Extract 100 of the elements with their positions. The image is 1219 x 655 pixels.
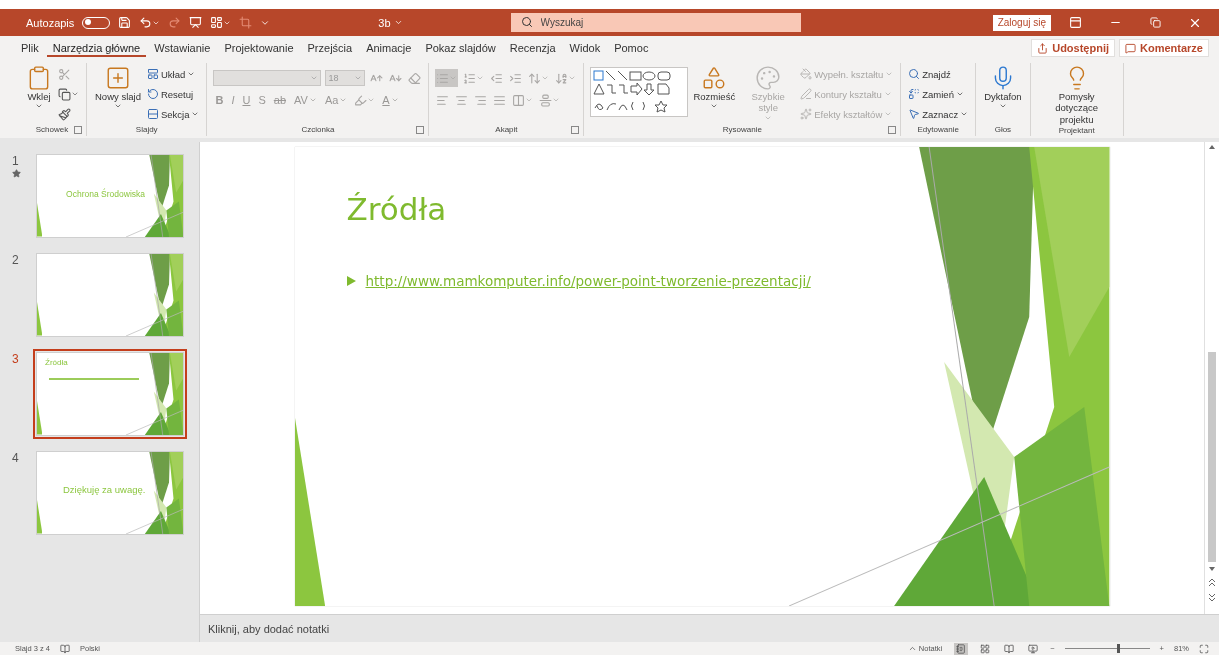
reading-view-icon — [1004, 643, 1015, 654]
thumbnail-title: Dziękuję za uwagę. — [63, 484, 146, 495]
layout-icon — [146, 68, 159, 80]
slideshow-button[interactable] — [1026, 642, 1041, 655]
caret-icon — [187, 70, 196, 78]
arrange-button[interactable]: Rozmieść — [691, 65, 738, 111]
comment-icon — [1125, 42, 1137, 54]
ribbon-tab[interactable]: Widok — [563, 39, 607, 57]
caret-icon — [552, 96, 561, 104]
notes-pane[interactable]: Kliknij, aby dodać notatki — [200, 614, 1219, 642]
group-label: Edytowanie — [917, 125, 959, 134]
shapes-gallery[interactable] — [590, 67, 689, 117]
ribbon-tab[interactable]: Recenzja — [503, 39, 562, 57]
numbered-list-icon — [463, 71, 477, 85]
new-slide-button[interactable]: Nowy slajd — [93, 65, 143, 111]
dialog-launcher-icon[interactable] — [888, 126, 897, 134]
caret-icon — [884, 110, 893, 118]
slide-number: 3 — [12, 352, 20, 368]
slide-number: 2 — [12, 253, 20, 269]
reset-button[interactable]: Resetuj — [145, 85, 201, 103]
caret-icon — [310, 74, 319, 82]
text-direction-icon — [555, 71, 569, 85]
paint-bucket-icon — [800, 68, 813, 80]
caret-icon — [525, 96, 534, 104]
sign-in-button[interactable]: Zaloguj się — [992, 14, 1051, 31]
align-left-icon — [436, 93, 450, 107]
ribbon-tab[interactable]: Narzędzia główne — [46, 39, 147, 57]
caret-icon — [885, 70, 894, 78]
copy-button[interactable] — [57, 85, 80, 103]
spelling-icon[interactable] — [60, 643, 71, 654]
left-stripe-drawing — [37, 302, 43, 336]
bullet-icon — [346, 276, 356, 286]
layout-icon[interactable] — [210, 16, 232, 29]
ribbon-tab[interactable]: Animacje — [360, 39, 418, 57]
dictate-button[interactable]: Dyktafon — [982, 65, 1024, 111]
group-label: Rysowanie — [722, 125, 762, 134]
undo-icon[interactable] — [139, 16, 161, 29]
caret-icon — [907, 644, 917, 653]
ribbon-tab[interactable]: Wstawianie — [148, 39, 217, 57]
reading-view-button[interactable] — [1002, 642, 1017, 655]
ribbon-tab[interactable]: Pomoc — [608, 39, 655, 57]
group-label: Akapit — [495, 124, 518, 134]
select-button[interactable]: Zaznacz — [907, 105, 970, 123]
sparkles-icon — [800, 108, 813, 120]
replace-icon — [908, 88, 921, 100]
normal-view-icon — [956, 643, 967, 654]
crop-icon[interactable] — [239, 16, 253, 29]
caret-icon — [960, 110, 969, 118]
dialog-launcher-icon[interactable] — [74, 126, 82, 134]
design-ideas-button[interactable]: Pomysły dotyczące projektu — [1036, 65, 1117, 126]
notes-placeholder: Kliknij, aby dodać notatki — [208, 622, 330, 635]
find-button[interactable]: Znajdź — [907, 65, 970, 83]
caret-icon — [476, 74, 485, 82]
save-icon[interactable] — [118, 16, 132, 29]
ribbon-tab[interactable]: Projektowanie — [218, 39, 300, 57]
section-button[interactable]: Sekcja — [145, 105, 201, 123]
document-title[interactable]: 3b — [378, 16, 403, 29]
comments-button[interactable]: Komentarze — [1119, 39, 1209, 57]
dialog-launcher-icon[interactable] — [416, 126, 425, 134]
search-icon — [520, 16, 533, 28]
zoom-thumb[interactable] — [1117, 644, 1121, 653]
caret-icon — [71, 90, 79, 98]
caret-icon — [367, 96, 376, 104]
normal-view-button[interactable] — [954, 642, 969, 655]
presentation-icon[interactable] — [189, 16, 203, 29]
caret-icon — [568, 74, 577, 82]
thumbnail-title: Źródła — [45, 358, 68, 367]
line-spacing-icon — [528, 71, 542, 85]
replace-button[interactable]: Zamień — [907, 85, 970, 103]
caret-icon — [541, 74, 550, 82]
section-icon — [146, 108, 159, 120]
share-button[interactable]: Udostępnij — [1031, 39, 1116, 57]
thumbnail-title: Ochrona Środowiska — [66, 189, 145, 199]
dialog-launcher-icon[interactable] — [571, 126, 580, 134]
ribbon-tab[interactable]: Pokaz slajdów — [419, 39, 502, 57]
left-stripe-drawing — [37, 401, 43, 435]
slide-number: 4 — [12, 451, 20, 467]
grid-view-icon — [980, 643, 991, 654]
slide-thumbnail[interactable] — [36, 253, 184, 337]
fit-icon[interactable] — [1199, 643, 1209, 654]
ribbon-tab[interactable]: Plik — [15, 39, 45, 57]
caret-icon — [883, 90, 892, 98]
align-right-icon — [474, 93, 488, 107]
layout-button[interactable]: Układ — [145, 65, 201, 83]
caret-icon — [390, 96, 399, 104]
redo-icon[interactable] — [168, 16, 182, 29]
search-field[interactable]: Wyszukaj — [510, 13, 801, 32]
paste-button[interactable]: Wklej — [24, 65, 54, 111]
caret-icon — [354, 74, 363, 82]
left-stripe-drawing — [37, 203, 43, 237]
highlighter-icon — [354, 93, 368, 107]
justify-icon — [493, 93, 507, 107]
search-icon — [908, 68, 921, 80]
group-label: Głos — [994, 124, 1012, 134]
columns-icon — [512, 93, 526, 107]
eraser-icon — [408, 71, 422, 85]
group-label: Slajdy — [135, 125, 158, 134]
ribbon-tab[interactable]: Przejścia — [301, 39, 359, 57]
align-center-icon — [455, 93, 469, 107]
pointer-icon — [908, 108, 921, 120]
